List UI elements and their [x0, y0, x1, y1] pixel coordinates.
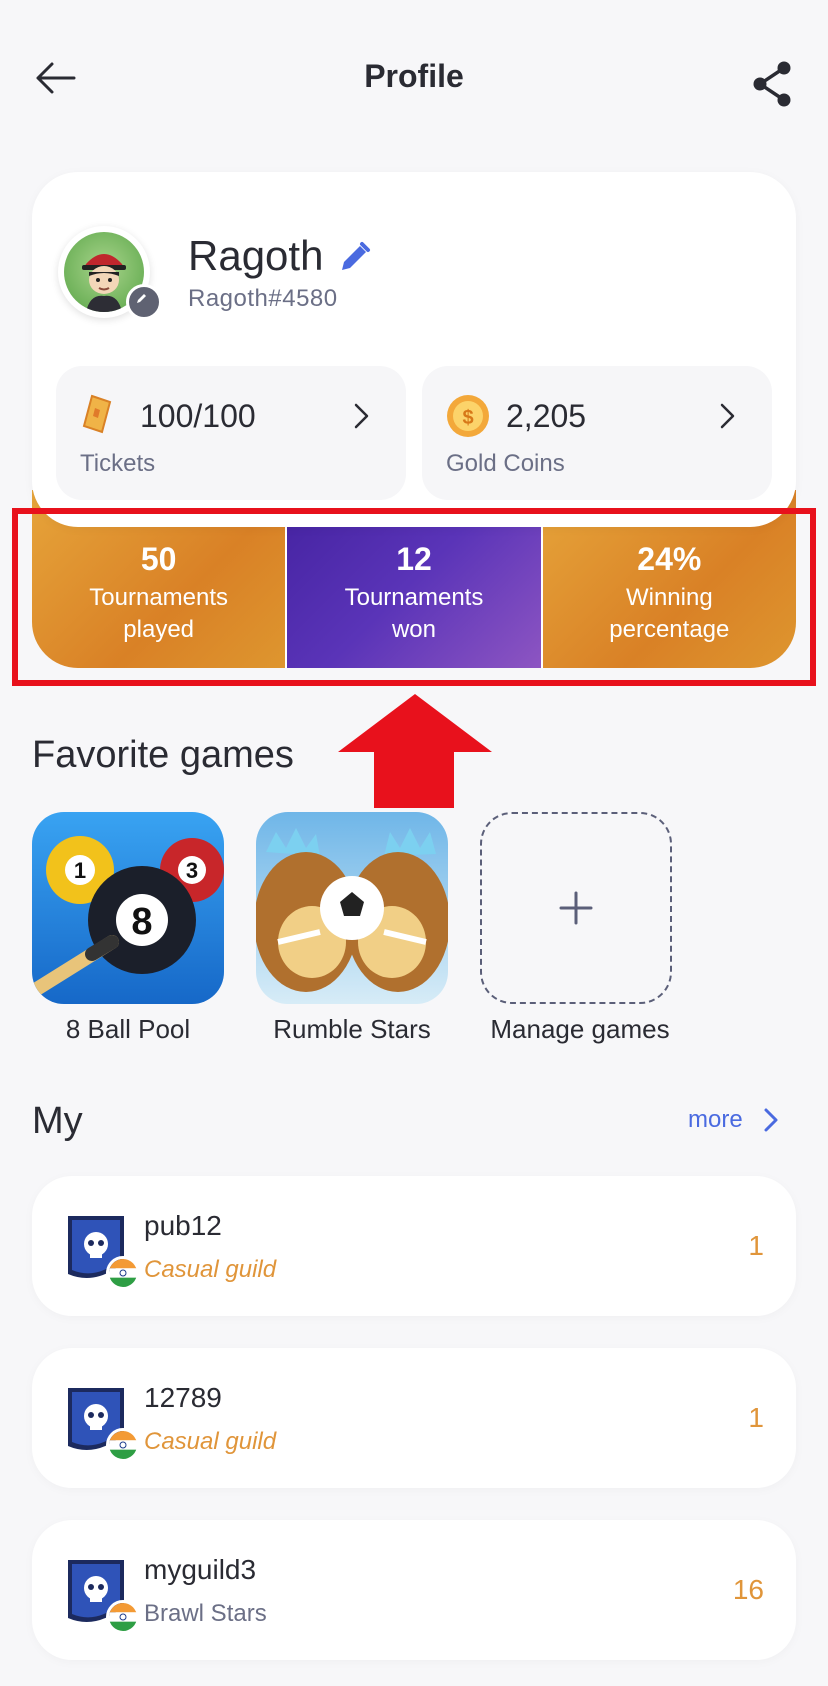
- avatar-edit-button[interactable]: [126, 284, 162, 320]
- tickets-label: Tickets: [80, 450, 156, 477]
- profile-handle: Ragoth#4580: [188, 285, 338, 312]
- tickets-value: 100/100: [140, 398, 256, 434]
- pencil-icon: [137, 294, 146, 303]
- share-icon: [753, 61, 791, 107]
- 8-ball-pool-icon: 1 3 8: [32, 812, 224, 1004]
- gold-coin-icon: $: [446, 394, 490, 438]
- gold-coins-label: Gold Coins: [446, 450, 565, 477]
- guild-name: pub12: [144, 1210, 222, 1241]
- edit-name-button[interactable]: [338, 240, 372, 274]
- chevron-right-icon: [716, 401, 738, 431]
- pencil-icon: [342, 242, 370, 270]
- india-flag-icon: [106, 1256, 140, 1290]
- svg-text:1: 1: [74, 858, 86, 883]
- favorite-games-title: Favorite games: [32, 734, 294, 776]
- my-section-title: My: [32, 1100, 83, 1142]
- guild-type: Casual guild: [144, 1256, 277, 1283]
- guild-count: 1: [748, 1402, 764, 1433]
- guild-card[interactable]: [32, 1176, 796, 1316]
- india-flag-icon: [106, 1600, 140, 1634]
- rumble-stars-icon: [256, 812, 448, 1004]
- svg-text:3: 3: [186, 858, 198, 883]
- svg-text:$: $: [462, 407, 473, 429]
- game-rumble-stars[interactable]: [256, 812, 448, 1004]
- guild-name: 12789: [144, 1382, 222, 1413]
- guild-count: 1: [748, 1230, 764, 1261]
- game-label: Rumble Stars: [273, 1014, 431, 1044]
- manage-games-button[interactable]: [480, 812, 672, 1004]
- profile-name: Ragoth: [188, 232, 324, 279]
- gold-coins-value: 2,205: [506, 398, 587, 434]
- ticket-icon: [80, 394, 116, 434]
- chevron-right-icon[interactable]: [762, 1106, 780, 1134]
- guild-card[interactable]: [32, 1520, 796, 1660]
- highlight-box: [12, 508, 816, 686]
- chevron-right-icon: [350, 401, 372, 431]
- guild-card[interactable]: [32, 1348, 796, 1488]
- more-link[interactable]: more: [688, 1106, 743, 1134]
- manage-games-label: Manage games: [490, 1014, 670, 1044]
- page-title: Profile: [364, 58, 464, 94]
- guild-game: Brawl Stars: [144, 1600, 267, 1627]
- guild-name: myguild3: [144, 1554, 257, 1585]
- svg-text:8: 8: [131, 901, 152, 943]
- india-flag-icon: [106, 1428, 140, 1462]
- guild-count: 16: [732, 1574, 764, 1605]
- plus-icon: [559, 891, 593, 925]
- guild-type: Casual guild: [144, 1428, 277, 1455]
- game-8-ball-pool[interactable]: 1 3 8: [32, 812, 224, 1004]
- red-arrow-annotation: [336, 690, 494, 810]
- game-label: 8 Ball Pool: [65, 1014, 191, 1044]
- share-button[interactable]: [748, 58, 796, 110]
